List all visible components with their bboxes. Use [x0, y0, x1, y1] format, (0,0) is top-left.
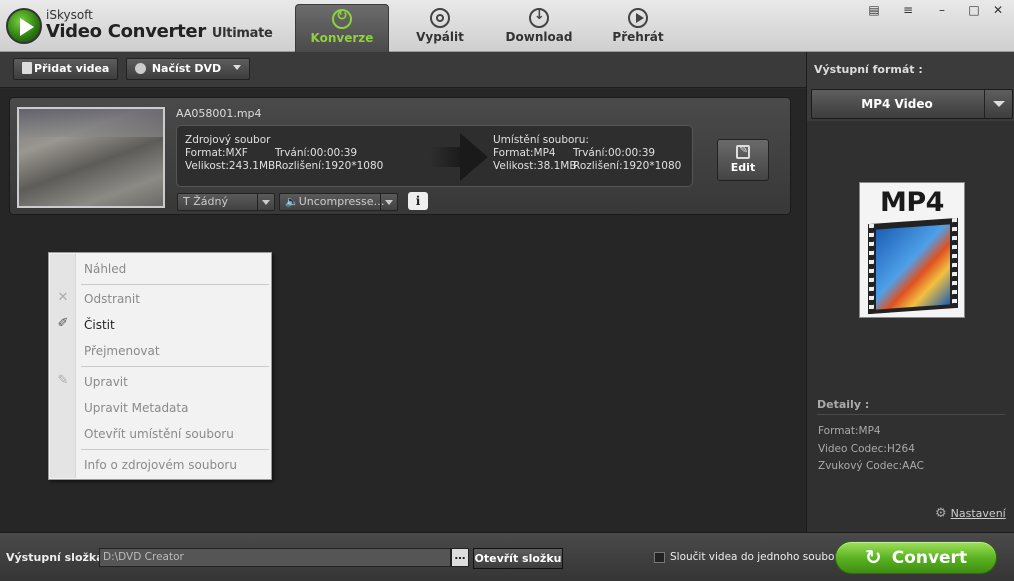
- chevron-down-icon: [233, 65, 242, 70]
- file-name: AA058001.mp4: [176, 107, 262, 120]
- minimize-icon[interactable]: –: [931, 2, 953, 18]
- add-file-icon: [22, 62, 32, 74]
- pencil-icon: ✎: [57, 373, 69, 388]
- dest-size: Velikost:38.1MB: [493, 160, 577, 172]
- tab-vypalit[interactable]: Vypálit: [393, 4, 487, 52]
- menu-item-edit[interactable]: Upravit: [84, 375, 128, 389]
- settings-label: Nastavení: [950, 507, 1006, 520]
- delete-icon: ✕: [57, 290, 69, 305]
- brand-name: iSkysoft: [46, 8, 93, 22]
- tab-download[interactable]: Download: [492, 4, 586, 52]
- mp4-format-card: MP4: [859, 182, 965, 318]
- add-videos-button[interactable]: Přidat videa: [13, 58, 119, 80]
- subtitle-select-value: T Žádný: [183, 195, 228, 208]
- toolbar: Přidat videa Načíst DVD: [0, 52, 806, 88]
- format-card-label: MP4: [880, 187, 944, 218]
- download-icon: [529, 8, 549, 28]
- chevron-down-icon: [257, 194, 274, 210]
- menu-item-clear[interactable]: Čistit: [84, 318, 115, 332]
- subtitle-select[interactable]: T Žádný: [177, 193, 275, 211]
- menu-icon[interactable]: ≡: [897, 2, 919, 18]
- tab-prehrat[interactable]: Přehrát: [591, 4, 685, 52]
- app-logo-icon: [6, 8, 42, 44]
- chevron-down-icon: [984, 90, 1012, 118]
- play-icon: [628, 8, 648, 28]
- load-dvd-button[interactable]: Načíst DVD: [126, 58, 251, 80]
- detail-video-codec: Video Codec:H264: [818, 443, 915, 455]
- browse-button[interactable]: …: [451, 548, 469, 567]
- menu-gutter: [50, 254, 76, 478]
- open-folder-button[interactable]: Otevřít složku: [473, 548, 563, 569]
- output-format-value: MP4 Video: [861, 97, 933, 111]
- source-size: Velikost:243.1MB: [185, 160, 276, 172]
- convert-label: Convert: [891, 548, 968, 568]
- dvd-icon: [135, 63, 146, 74]
- settings-link[interactable]: ⚙ Nastavení: [935, 506, 1006, 521]
- menu-item-preview[interactable]: Náhled: [84, 262, 126, 276]
- source-resolution: Rozlišení:1920*1080: [275, 160, 384, 172]
- close-icon[interactable]: ✕: [987, 2, 1009, 18]
- source-duration: Trvání:00:00:39: [275, 147, 358, 159]
- video-thumbnail[interactable]: [17, 107, 165, 208]
- output-format-title: Výstupní formát :: [814, 63, 923, 76]
- product-edition-label: Ultimate: [211, 26, 273, 41]
- source-format: Format:MXF: [185, 147, 248, 159]
- tab-label: Vypálit: [416, 30, 464, 44]
- add-videos-label: Přidat videa: [34, 62, 110, 75]
- output-format-select[interactable]: MP4 Video: [811, 89, 1013, 119]
- source-title: Zdrojový soubor: [185, 134, 271, 146]
- tab-label: Přehrát: [612, 30, 664, 44]
- convert-icon: [332, 8, 352, 29]
- dest-resolution: Rozlišení:1920*1080: [573, 160, 682, 172]
- title-bar: iSkysoft Video Converter Ultimate Konver…: [0, 0, 1014, 52]
- tab-konverze[interactable]: Konverze: [295, 4, 389, 52]
- gear-icon: ⚙: [935, 506, 947, 521]
- merge-label: Sloučit videa do jednoho souboru: [670, 551, 846, 563]
- product-name: Video Converter Ultimate: [46, 21, 273, 42]
- menu-separator: [81, 284, 269, 285]
- info-icon[interactable]: i: [408, 192, 428, 210]
- audio-select-value: 🔈Uncompresse…: [285, 195, 385, 208]
- output-format-panel: Výstupní formát : MP4 Video MP4 Detaily …: [806, 52, 1014, 532]
- menu-item-rename[interactable]: Přejmenovat: [84, 344, 160, 358]
- product-main-label: Video Converter: [46, 21, 206, 42]
- menu-separator: [81, 449, 269, 450]
- menu-item-source-info[interactable]: Info o zdrojovém souboru: [84, 458, 237, 472]
- chat-icon[interactable]: ▤: [863, 2, 885, 18]
- dest-duration: Trvání:00:00:39: [573, 147, 656, 159]
- audio-select[interactable]: 🔈Uncompresse…: [279, 193, 398, 211]
- output-path-field[interactable]: D:\DVD Creator: [99, 548, 451, 567]
- edit-icon: [736, 143, 750, 159]
- menu-item-open-location[interactable]: Otevřít umístění souboru: [84, 427, 234, 441]
- dest-format: Format:MP4: [493, 147, 556, 159]
- disc-icon: [430, 8, 450, 28]
- merge-checkbox[interactable]: [654, 552, 665, 563]
- details-title: Detaily :: [817, 398, 870, 411]
- output-folder-label: Výstupní složka: [6, 551, 104, 564]
- arrow-right-icon: [430, 133, 490, 181]
- details-separator: [817, 414, 1005, 415]
- conversion-info-box: Zdrojový soubor Format:MXF Velikost:243.…: [176, 125, 693, 187]
- broom-icon: ✐: [57, 316, 69, 331]
- menu-item-delete[interactable]: Odstranit: [84, 292, 140, 306]
- edit-button[interactable]: Edit: [717, 139, 769, 181]
- menu-separator: [81, 366, 269, 367]
- context-menu: Náhled ✕ Odstranit ✐ Čistit Přejmenovat …: [48, 252, 272, 480]
- dest-title: Umístění souboru:: [493, 134, 589, 146]
- tab-label: Download: [505, 30, 573, 44]
- maximize-icon[interactable]: □: [963, 2, 985, 18]
- film-strip-icon: [868, 217, 958, 315]
- convert-button[interactable]: ↻ Convert: [835, 541, 997, 574]
- edit-label: Edit: [730, 161, 756, 174]
- chevron-down-icon: [380, 194, 397, 210]
- bottom-bar: Výstupní složka D:\DVD Creator … Otevřít…: [0, 532, 1014, 581]
- tab-label: Konverze: [310, 31, 374, 45]
- detail-format: Format:MP4: [818, 425, 881, 437]
- file-item[interactable]: AA058001.mp4 Zdrojový soubor Format:MXF …: [9, 97, 791, 215]
- menu-item-edit-metadata[interactable]: Upravit Metadata: [84, 401, 188, 415]
- convert-icon: ↻: [864, 545, 882, 569]
- load-dvd-label: Načíst DVD: [151, 62, 222, 75]
- detail-audio-codec: Zvukový Codec:AAC: [818, 460, 924, 472]
